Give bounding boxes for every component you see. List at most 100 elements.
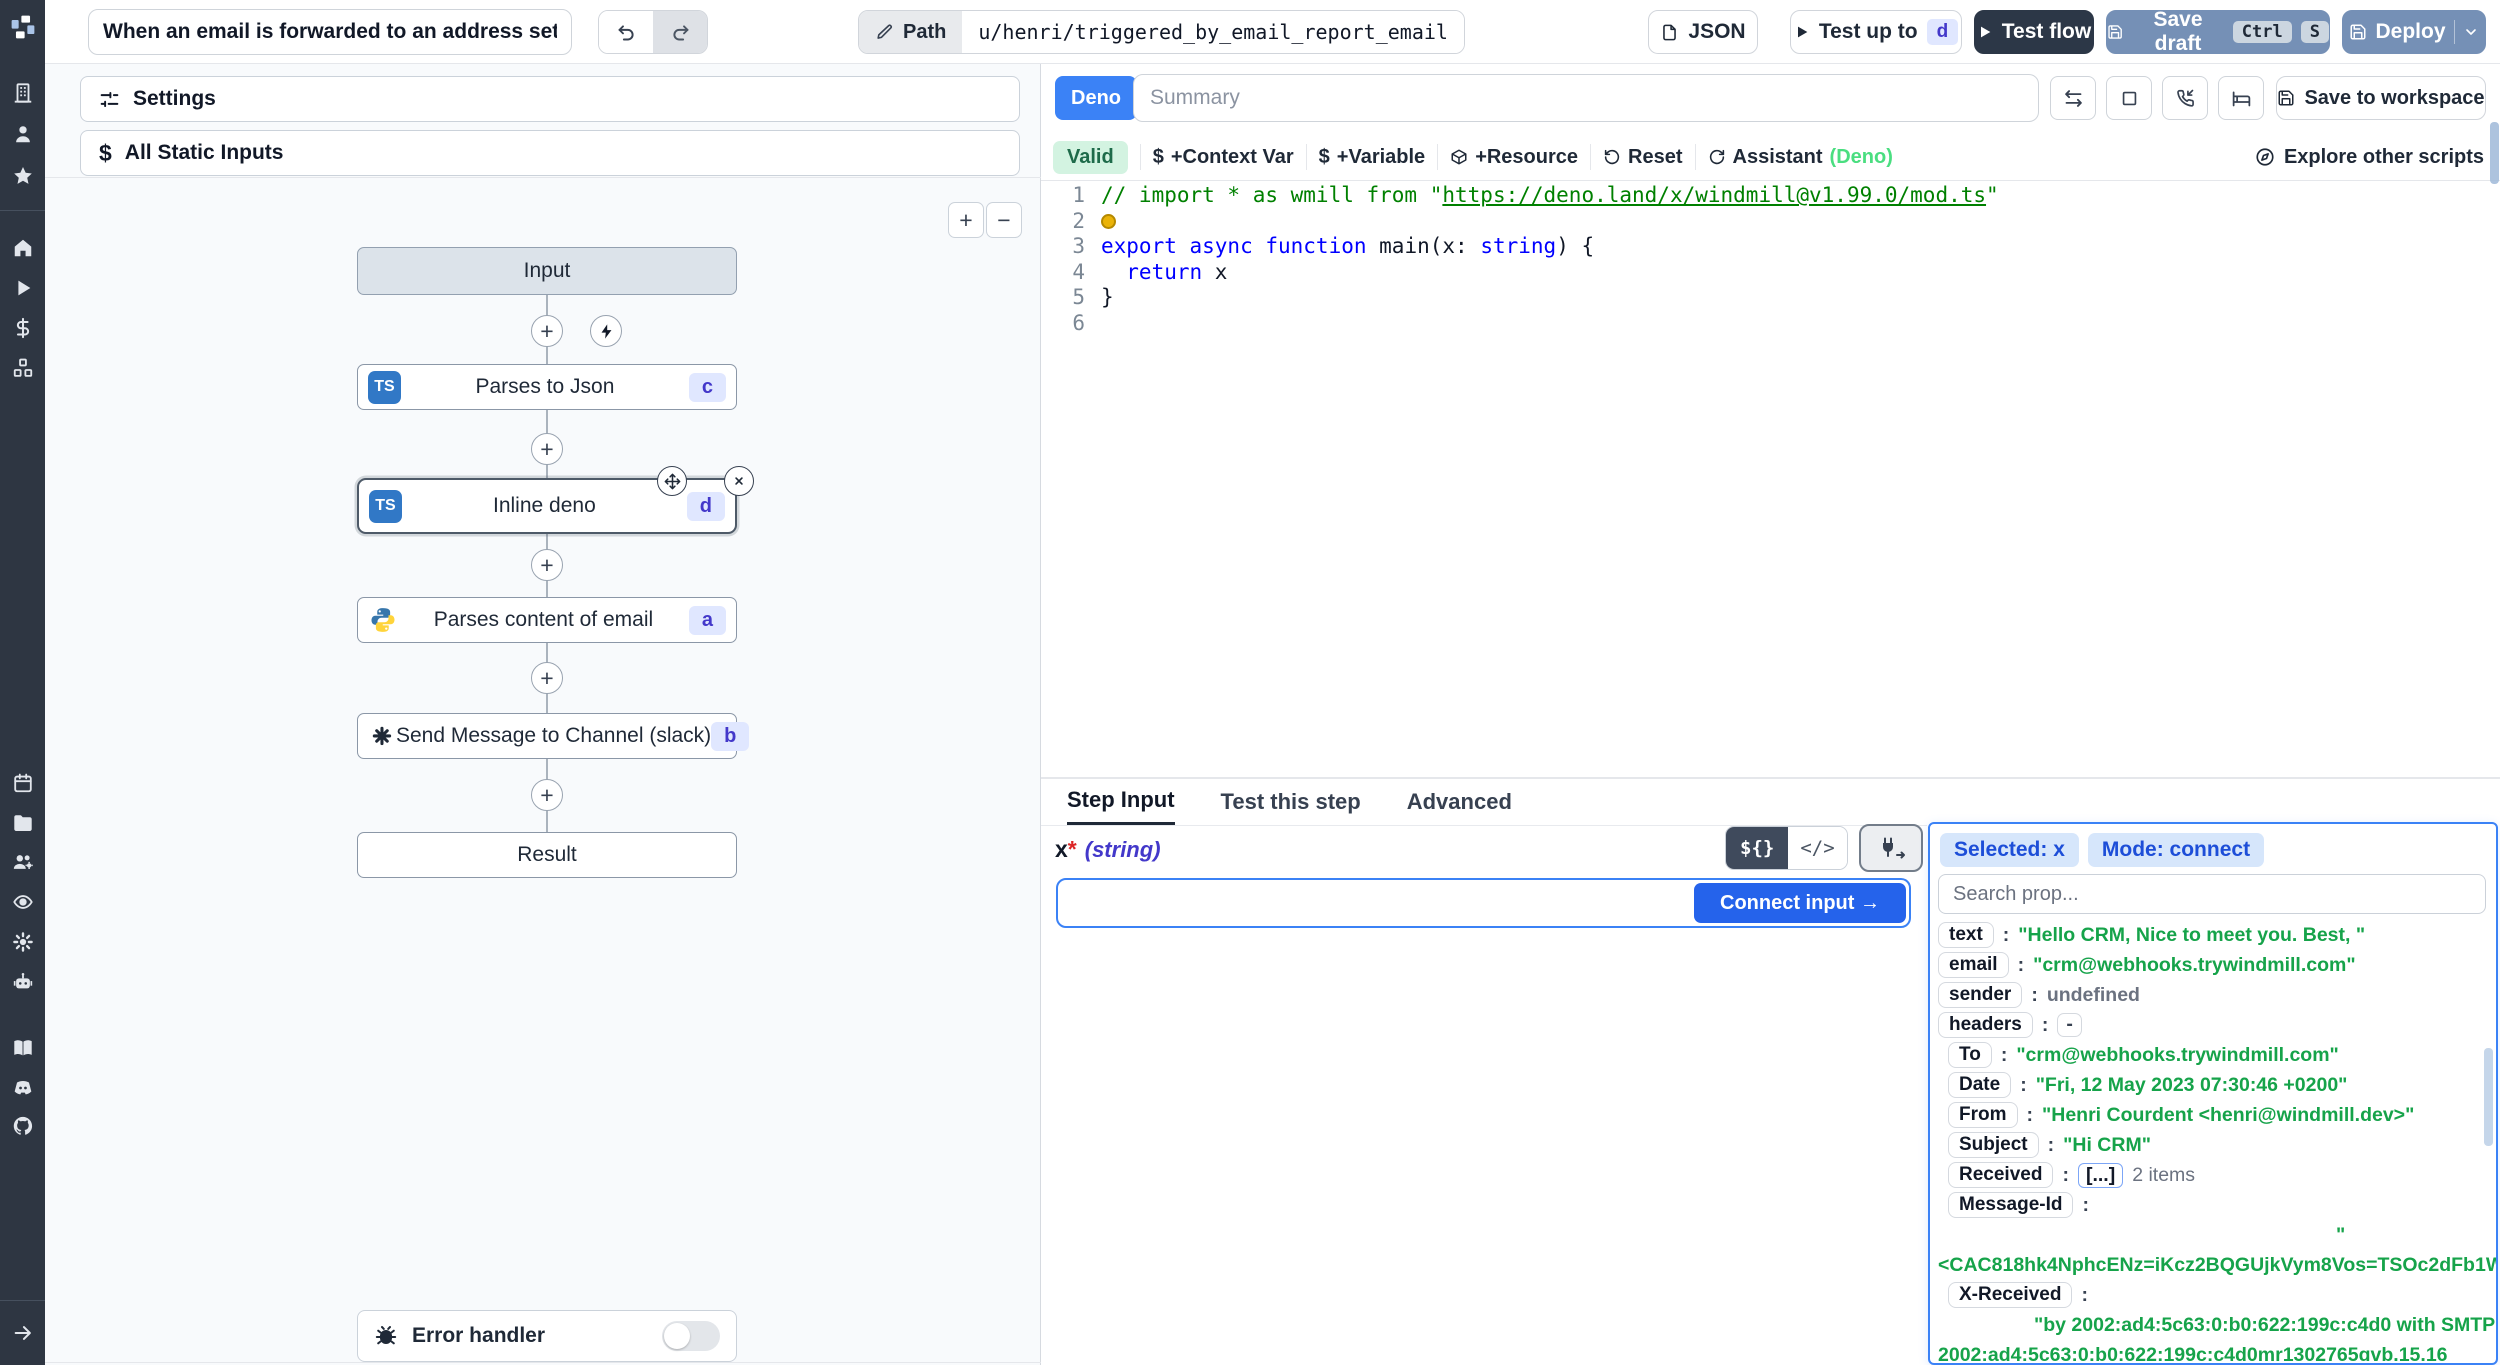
code-mode-segment[interactable]: </> (1788, 827, 1847, 869)
reload-swap-button[interactable] (2050, 76, 2096, 120)
user-icon[interactable] (12, 123, 34, 145)
move-node-button[interactable] (657, 466, 687, 496)
prop-key[interactable]: sender (1938, 982, 2023, 1008)
typescript-icon: TS (368, 370, 401, 404)
prop-key[interactable]: Received (1948, 1162, 2054, 1188)
deploy-button[interactable]: Deploy (2342, 10, 2486, 54)
flow-node-result[interactable]: Result (357, 832, 737, 878)
prop-row: Message-Id: (1938, 1190, 2496, 1220)
summary-input[interactable] (1133, 74, 2039, 122)
add-variable-button[interactable]: $ +Variable (1319, 146, 1426, 169)
assistant-button[interactable]: Assistant (Deno) (1708, 146, 1893, 169)
connect-plug-button[interactable] (1859, 824, 1923, 872)
favorites-star-icon[interactable] (12, 165, 34, 187)
flow-node-send-message-slack[interactable]: Send Message to Channel (slack) b (357, 713, 750, 759)
prop-row: email: "crm@webhooks.trywindmill.com" (1938, 950, 2496, 980)
fullscreen-button[interactable] (2106, 76, 2152, 120)
language-badge[interactable]: Deno (1055, 76, 1137, 120)
add-step-button[interactable]: + (531, 433, 563, 465)
resources-boxes-icon[interactable] (12, 357, 34, 379)
prop-row: headers: - (1938, 1010, 2496, 1040)
add-step-button[interactable]: + (531, 779, 563, 811)
error-handler-node[interactable]: Error handler (357, 1310, 737, 1362)
home-icon[interactable] (12, 237, 34, 259)
tab-test-this-step[interactable]: Test this step (1221, 778, 1361, 825)
expand-array-button[interactable]: [...] (2077, 1162, 2124, 1188)
scrollbar-thumb[interactable] (2490, 122, 2499, 184)
delete-node-button[interactable] (724, 466, 754, 496)
explore-other-scripts-button[interactable]: Explore other scripts (2255, 134, 2484, 180)
test-flow-button[interactable]: Test flow (1974, 10, 2094, 54)
flow-title-input[interactable] (88, 9, 572, 55)
prop-key[interactable]: Subject (1948, 1132, 2039, 1158)
scrollbar-thumb[interactable] (2484, 1048, 2493, 1146)
workers-robot-icon[interactable] (12, 971, 34, 993)
path-label-segment: Path (859, 11, 963, 53)
search-prop-input[interactable] (1938, 874, 2486, 914)
collapse-button[interactable]: - (2057, 1013, 2082, 1037)
variables-dollar-icon[interactable] (12, 317, 34, 339)
zoom-in-button[interactable]: + (948, 202, 984, 238)
code-line: // import * as wmill from "https://deno.… (1101, 183, 1999, 207)
sidebar-divider (0, 210, 45, 211)
kbd-s: S (2300, 21, 2329, 43)
audit-eye-icon[interactable] (12, 891, 34, 913)
prop-key[interactable]: X-Received (1948, 1282, 2073, 1308)
line-number: 1 (1072, 183, 1085, 207)
add-context-var-button[interactable]: $ +Context Var (1153, 146, 1294, 169)
path-field[interactable]: Path u/henri/triggered_by_email_report_e… (858, 10, 1465, 54)
add-step-button[interactable]: + (531, 662, 563, 694)
reset-button[interactable]: Reset (1603, 146, 1683, 169)
flow-node-parses-content[interactable]: Parses content of email a (357, 597, 737, 643)
windmill-logo[interactable] (10, 14, 36, 40)
schedules-calendar-icon[interactable] (12, 772, 34, 794)
save-draft-button[interactable]: Save draft Ctrl S (2106, 8, 2330, 55)
tab-advanced[interactable]: Advanced (1407, 778, 1512, 825)
test-up-to-button[interactable]: Test up to d (1790, 10, 1962, 54)
github-icon[interactable] (12, 1115, 34, 1137)
add-step-button[interactable]: + (531, 315, 563, 347)
add-step-button[interactable]: + (531, 549, 563, 581)
json-button[interactable]: JSON (1648, 10, 1758, 54)
rotate-ccw-icon (1604, 149, 1620, 165)
settings-gear-icon[interactable] (12, 931, 34, 953)
folders-icon[interactable] (12, 812, 34, 834)
swap-arrows-icon (2064, 89, 2082, 107)
trigger-bolt-button[interactable] (590, 315, 622, 347)
prop-key[interactable]: text (1938, 922, 1994, 948)
groups-users-icon[interactable] (12, 851, 34, 873)
x-value-input[interactable] (1061, 883, 1694, 923)
docs-book-icon[interactable] (12, 1037, 34, 1059)
zoom-out-button[interactable]: − (986, 202, 1022, 238)
flow-node-parses-to-json[interactable]: TS Parses to Json c (357, 364, 737, 410)
diff-bed-button[interactable] (2218, 76, 2264, 120)
prop-key[interactable]: Date (1948, 1072, 2012, 1098)
discord-icon[interactable] (12, 1077, 34, 1099)
phone-incoming-button[interactable] (2162, 76, 2208, 120)
all-static-inputs-button[interactable]: $ All Static Inputs (80, 130, 1020, 176)
collapse-arrow-icon[interactable] (12, 1322, 34, 1344)
code-editor[interactable]: 1 2 3 4 5 6 // import * as wmill from "h… (1041, 183, 2500, 777)
redo-button[interactable] (653, 11, 707, 53)
prop-key[interactable]: From (1948, 1102, 2018, 1128)
lightbulb-icon[interactable] (1101, 213, 1116, 229)
template-mode-segment[interactable]: ${} (1726, 827, 1789, 869)
error-handler-toggle[interactable] (662, 1321, 720, 1351)
prop-row: sender: undefined (1938, 980, 2496, 1010)
save-to-workspace-button[interactable]: Save to workspace (2276, 76, 2486, 120)
prop-key[interactable]: headers (1938, 1012, 2033, 1038)
prop-key[interactable]: Message-Id (1948, 1192, 2074, 1218)
prop-key[interactable]: To (1948, 1042, 1992, 1068)
sidebar-divider (0, 1300, 45, 1301)
prop-key[interactable]: email (1938, 952, 2009, 978)
kbd-ctrl: Ctrl (2232, 21, 2292, 43)
undo-button[interactable] (599, 11, 653, 53)
add-resource-button[interactable]: +Resource (1450, 146, 1578, 169)
runs-play-icon[interactable] (12, 277, 34, 299)
connect-input-button[interactable]: Connect input → (1694, 883, 1906, 923)
python-icon (368, 605, 398, 635)
tab-step-input[interactable]: Step Input (1067, 778, 1175, 825)
flow-node-input[interactable]: Input (357, 247, 737, 295)
flow-settings-button[interactable]: Settings (80, 76, 1020, 122)
workspace-icon[interactable] (12, 82, 34, 104)
